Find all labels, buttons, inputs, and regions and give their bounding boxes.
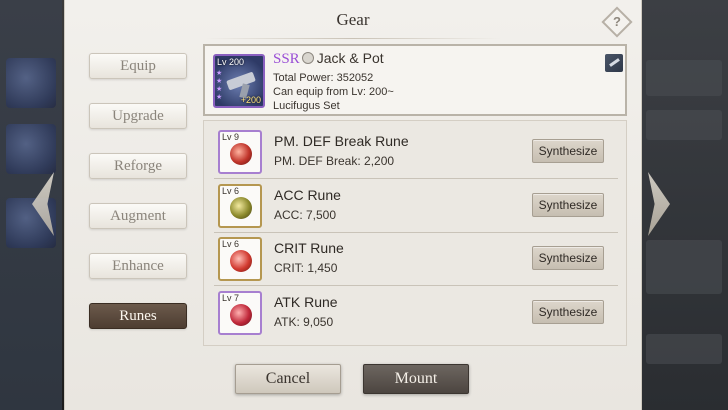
list-item: Lv 6 ACC Rune ACC: 7,500 Synthesize (214, 181, 618, 233)
rune-level: Lv 6 (222, 239, 240, 249)
tab-equip[interactable]: Equip (89, 53, 187, 79)
background-panel (646, 110, 722, 140)
background-left-panel (0, 0, 62, 410)
atk-rune-icon (230, 304, 252, 326)
rune-stat: ATK: 9,050 (274, 315, 334, 329)
background-thumbnail (6, 124, 56, 174)
rune-icon[interactable]: Lv 7 (218, 291, 262, 335)
rune-stat: ACC: 7,500 (274, 208, 337, 222)
rune-name: ATK Rune (274, 294, 338, 310)
synthesize-button[interactable]: Synthesize (532, 300, 604, 324)
gun-icon[interactable]: Lv 200 ★ ★ ★ ★ +200 (213, 54, 265, 108)
item-level: Lv 200 (217, 57, 245, 67)
item-set: Lucifugus Set (273, 100, 340, 112)
rune-name: PM. DEF Break Rune (274, 133, 409, 149)
gear-modal: Gear ? Equip Upgrade Reforge Augment Enh… (64, 0, 642, 410)
rune-icon[interactable]: Lv 6 (218, 184, 262, 228)
crit-rune-icon (230, 250, 252, 272)
tab-reforge[interactable]: Reforge (89, 153, 187, 179)
question-mark-icon: ? (613, 14, 621, 29)
gear-item-card: Lv 200 ★ ★ ★ ★ +200 SSR Jack & Pot Total Pow… (203, 44, 627, 116)
item-name: Jack & Pot (316, 50, 384, 66)
synthesize-button[interactable]: Synthesize (532, 246, 604, 270)
background-thumbnail (6, 58, 56, 108)
rune-icon[interactable]: Lv 9 (218, 130, 262, 174)
rune-name: ACC Rune (274, 187, 341, 203)
pm-def-break-rune-icon (230, 143, 252, 165)
synthesize-button[interactable]: Synthesize (532, 193, 604, 217)
acc-rune-icon (230, 197, 252, 219)
rune-stat: PM. DEF Break: 2,200 (274, 154, 395, 168)
rune-stat: CRIT: 1,450 (274, 261, 338, 275)
item-plus-level: +200 (240, 95, 261, 105)
background-panel (646, 240, 722, 294)
runes-list: Lv 9 PM. DEF Break Rune PM. DEF Break: 2… (203, 120, 627, 346)
background-panel (646, 60, 722, 96)
modal-title: Gear (336, 10, 370, 29)
list-item: Lv 6 CRIT Rune CRIT: 1,450 Synthesize (214, 234, 618, 286)
rune-level: Lv 7 (222, 293, 240, 303)
background-panel (646, 334, 722, 364)
list-item: Lv 9 PM. DEF Break Rune PM. DEF Break: 2… (214, 127, 618, 179)
tab-augment[interactable]: Augment (89, 203, 187, 229)
rune-name: CRIT Rune (274, 240, 344, 256)
tab-enhance[interactable]: Enhance (89, 253, 187, 279)
weapon-type-icon (605, 54, 623, 72)
rune-level: Lv 9 (222, 132, 240, 142)
list-item: Lv 7 ATK Rune ATK: 9,050 Synthesize (214, 288, 618, 340)
rune-level: Lv 6 (222, 186, 240, 196)
star-rank-icon: ★ ★ ★ ★ (216, 70, 223, 101)
medal-icon (301, 52, 314, 64)
tab-runes[interactable]: Runes (89, 303, 187, 329)
equip-level-requirement: Can equip from Lv: 200~ (273, 86, 394, 98)
rune-icon[interactable]: Lv 6 (218, 237, 262, 281)
cancel-button[interactable]: Cancel (235, 364, 341, 394)
synthesize-button[interactable]: Synthesize (532, 139, 604, 163)
tab-upgrade[interactable]: Upgrade (89, 103, 187, 129)
title-divider (205, 38, 501, 39)
item-header: SSR Jack & Pot (273, 50, 384, 68)
rarity-badge: SSR (273, 51, 300, 67)
mount-button[interactable]: Mount (363, 364, 469, 394)
background-right-panel (638, 0, 728, 410)
total-power: Total Power: 352052 (273, 72, 374, 84)
